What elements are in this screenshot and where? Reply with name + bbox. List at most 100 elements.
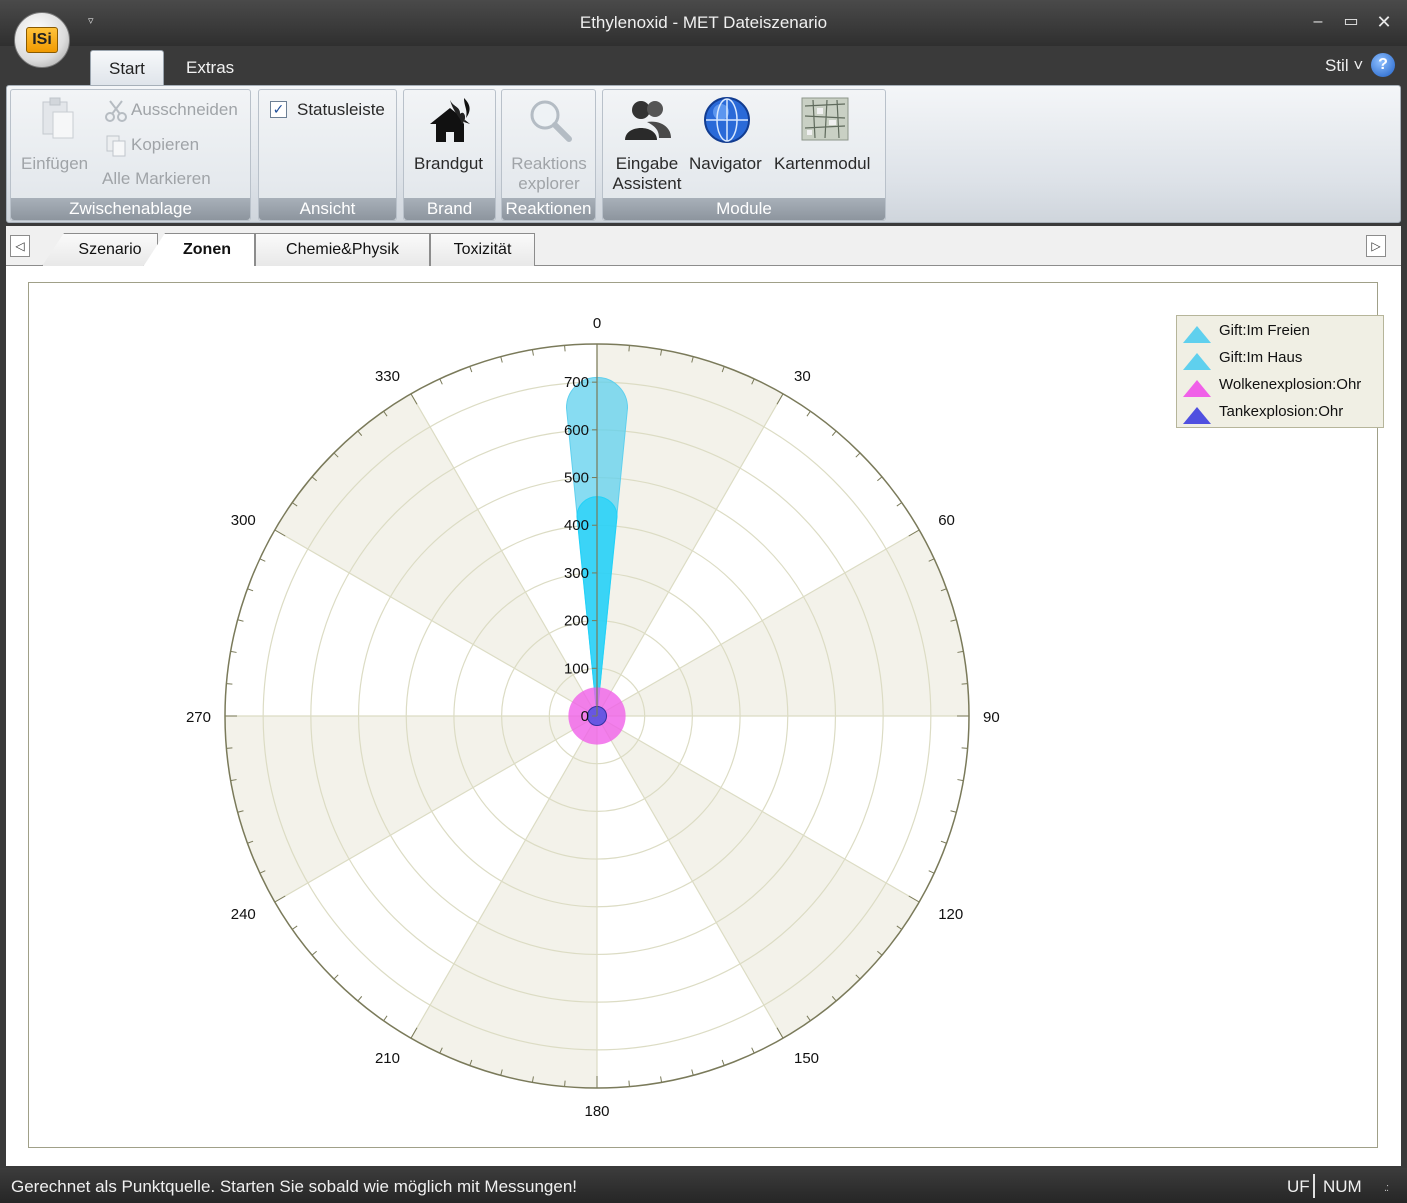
group-fire: Brandgut Brand [403,89,496,221]
reactions-explorer-button[interactable]: Reaktions explorer [509,154,589,194]
radial-tick-label: 600 [564,422,589,439]
close-button[interactable]: ✕ [1372,10,1396,34]
angle-tick-label: 180 [584,1103,609,1120]
legend-item: Gift:Im Freien [1183,318,1383,345]
document-tab-bar: ◁ Szenario Zonen Chemie&Physik Toxizität… [6,226,1401,267]
users-icon [625,101,671,140]
angle-tick-label: 90 [983,709,1000,726]
radial-tick-label: 700 [564,374,589,391]
angle-tick-label: 60 [938,512,955,529]
navigator-globe-icon [704,97,750,143]
cut-icon [105,100,127,122]
angle-tick-label: 30 [794,368,811,385]
group-view: ✓ Statusleiste Ansicht [258,89,397,221]
legend-label: Gift:Im Haus [1219,349,1303,366]
angle-tick-label: 300 [231,512,256,529]
radial-tick-label: 0 [581,708,589,725]
angular-tick [628,1080,630,1087]
cut-button[interactable]: Ausschneiden [131,100,238,120]
angle-tick-label: 270 [186,709,211,726]
legend-marker [1183,326,1211,343]
radial-tick-label: 100 [564,660,589,677]
status-uf-indicator: UF [1287,1177,1310,1196]
maximize-button[interactable]: ▭ [1339,10,1363,34]
window-title: Ethylenoxid - MET Dateiszenario [579,13,828,32]
legend-marker [1183,353,1211,370]
statusbar-checkbox[interactable]: ✓ [270,101,287,118]
tab-toxizitaet[interactable]: Toxizität [430,233,535,266]
isi-logo: ISi [26,27,58,53]
radial-tick-label: 500 [564,470,589,487]
input-assistant-line1: Eingabe [615,154,679,173]
app-menu-button[interactable]: ISi [14,12,70,68]
reactions-explorer-line1: Reaktions [511,154,587,173]
navigator-button[interactable]: Navigator [689,154,762,174]
radial-tick-label: 200 [564,613,589,630]
radial-tick-label: 400 [564,517,589,534]
tab-zonen[interactable]: Zonen [143,233,255,267]
angular-tick [226,747,233,749]
angle-tick-label: 0 [593,315,601,332]
angle-tick-label: 330 [375,368,400,385]
group-label-fire: Brand [404,198,495,220]
paste-button[interactable]: Einfügen [21,154,88,174]
copy-icon [106,135,126,157]
angular-tick [564,345,566,352]
map-module-button[interactable]: Kartenmodul [774,154,870,174]
legend-marker [1183,380,1211,397]
angular-tick [226,683,233,685]
ribbon-tab-extras[interactable]: Extras [168,50,252,86]
chart-legend: Gift:Im Freien Gift:Im Haus Wolkenexplos… [1176,315,1384,428]
paste-icon [42,97,74,139]
house-fire-icon [430,98,470,142]
angular-tick [961,683,968,685]
tab-chemie-physik[interactable]: Chemie&Physik [255,233,430,266]
brandgut-button[interactable]: Brandgut [414,154,483,174]
copy-button[interactable]: Kopieren [131,135,199,155]
legend-item: Tankexplosion:Ohr [1183,399,1383,426]
app-window: ▿ Ethylenoxid - MET Dateiszenario – ▭ ✕ … [0,0,1407,1203]
magnifier-icon [530,100,572,142]
input-assistant-button[interactable]: Eingabe Assistent [609,154,685,194]
group-label-reactions: Reaktionen [502,198,595,220]
angular-tick [628,345,630,352]
group-label-clipboard: Zwischenablage [11,198,250,220]
angular-tick [961,747,968,749]
minimize-button[interactable]: – [1306,10,1330,34]
angle-tick-label: 120 [938,906,963,923]
tab-scroll-left-button[interactable]: ◁ [10,235,30,257]
angle-tick-label: 240 [231,906,256,923]
tab-szenario[interactable]: Szenario [42,233,158,266]
select-all-button[interactable]: Alle Markieren [102,169,211,189]
zones-panel: 0 100 200 300 400 500 600 700 0 30 60 90 120 150 180 21… [6,266,1401,1166]
angular-tick [564,1080,566,1087]
title-bar: ▿ Ethylenoxid - MET Dateiszenario – ▭ ✕ [0,0,1407,46]
status-message: Gerechnet als Punktquelle. Starten Sie s… [11,1177,578,1196]
legend-label: Gift:Im Freien [1219,322,1310,339]
group-clipboard: Einfügen Ausschneiden Kopieren Alle Mark… [10,89,251,221]
ribbon: Einfügen Ausschneiden Kopieren Alle Mark… [6,85,1401,223]
ribbon-tab-row: Start Extras [0,46,1407,86]
group-label-modules: Module [603,198,885,220]
status-num-indicator: NUM [1323,1177,1362,1196]
reactions-explorer-line2: explorer [518,174,580,193]
tab-scroll-right-button[interactable]: ▷ [1366,235,1386,257]
radial-tick-label: 300 [564,565,589,582]
angle-tick-label: 210 [375,1050,400,1067]
statusbar-label: Statusleiste [297,100,385,119]
legend-item: Wolkenexplosion:Ohr [1183,372,1383,399]
angle-tick-label: 150 [794,1050,819,1067]
legend-marker [1183,407,1211,424]
input-assistant-line2: Assistent [612,174,682,193]
legend-item: Gift:Im Haus [1183,345,1383,372]
help-icon[interactable]: ? [1371,53,1395,77]
legend-label: Tankexplosion:Ohr [1219,403,1344,420]
map-module-icon [801,97,849,141]
group-label-view: Ansicht [259,198,396,220]
resize-grip-icon[interactable]: .: [1384,1182,1389,1194]
legend-label: Wolkenexplosion:Ohr [1219,376,1362,393]
status-bar: Gerechnet als Punktquelle. Starten Sie s… [0,1168,1407,1203]
ribbon-tab-start[interactable]: Start [90,50,164,86]
style-menu[interactable]: Stil ˅ [1325,56,1363,76]
group-modules: Eingabe Assistent Navigator Kartenmodul … [602,89,886,221]
